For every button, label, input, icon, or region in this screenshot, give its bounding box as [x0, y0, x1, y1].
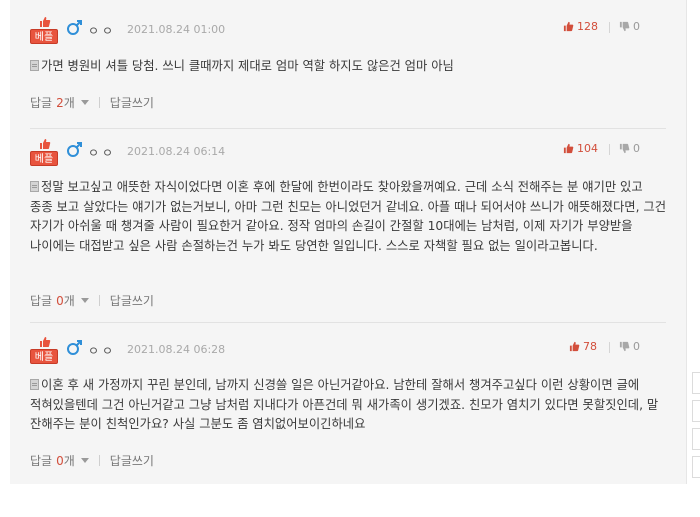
reply-count: 2 [56, 95, 64, 110]
chevron-down-icon [80, 458, 89, 463]
dislike-button[interactable]: 0 [619, 20, 640, 33]
male-icon [67, 142, 82, 157]
thumbs-up-icon [40, 139, 51, 149]
reply-count: 0 [56, 293, 64, 308]
comment-text: 정말 보고싶고 애뜻한 자식이었다면 이혼 후에 한달에 한번이라도 찾아왔을꺼… [30, 180, 667, 253]
like-button[interactable]: 104 [563, 142, 598, 155]
nickname[interactable]: ㅇㅇ [88, 22, 116, 39]
thumbs-up-icon [40, 17, 51, 27]
document-icon [30, 60, 39, 71]
side-tab[interactable] [692, 428, 700, 450]
like-count: 104 [577, 142, 598, 155]
thumbs-down-icon [619, 341, 630, 352]
reply-label: 답글 [30, 294, 53, 308]
dislike-count: 0 [633, 20, 640, 33]
comment-date: 2021.08.24 06:14 [127, 145, 226, 158]
comment-item: 베플 ㅇㅇ 2021.08.24 06:28 78 0 이혼 후 새 가정까지 … [10, 320, 686, 484]
comment-text: 가면 병원비 셔틀 당첨. 쓰니 클때까지 제대로 엄마 역할 하지도 않은건 … [41, 59, 454, 73]
best-label: 베플 [30, 29, 58, 44]
best-label: 베플 [30, 349, 58, 364]
document-icon [30, 181, 39, 192]
nickname[interactable]: ㅇㅇ [88, 342, 116, 359]
male-icon [67, 340, 82, 355]
divider [609, 342, 610, 353]
divider [98, 295, 100, 306]
best-label: 베플 [30, 151, 58, 166]
thumbs-up-icon [563, 21, 574, 32]
thumbs-up-icon [569, 341, 580, 352]
thumbs-down-icon [619, 143, 630, 154]
thumbs-up-icon [563, 143, 574, 154]
like-button[interactable]: 128 [563, 20, 598, 33]
side-tab[interactable] [692, 372, 700, 394]
best-badge: 베플 [30, 139, 58, 167]
like-button[interactable]: 78 [569, 340, 597, 353]
reply-row: 답글 0개 답글쓰기 [30, 292, 154, 309]
comment-date: 2021.08.24 06:28 [127, 343, 226, 356]
chevron-down-icon [80, 298, 89, 303]
reply-count-suffix: 개 [63, 96, 75, 110]
divider [98, 97, 100, 108]
side-tab[interactable] [692, 400, 700, 422]
write-reply-button[interactable]: 답글쓰기 [110, 94, 154, 111]
comments-panel: 베플 ㅇㅇ 2021.08.24 01:00 128 0 가면 병원비 셔틀 당… [10, 0, 687, 484]
comment-item: 베플 ㅇㅇ 2021.08.24 06:14 104 0 정말 보고싶고 애뜻한… [10, 122, 686, 322]
like-count: 78 [583, 340, 597, 353]
write-reply-button[interactable]: 답글쓰기 [110, 292, 154, 309]
comment-item: 베플 ㅇㅇ 2021.08.24 01:00 128 0 가면 병원비 셔틀 당… [10, 0, 686, 128]
reply-row: 답글 2개 답글쓰기 [30, 94, 154, 111]
male-icon [67, 20, 82, 35]
reply-count-suffix: 개 [63, 294, 75, 308]
comment-body: 가면 병원비 셔틀 당첨. 쓰니 클때까지 제대로 엄마 역할 하지도 않은건 … [30, 57, 668, 77]
write-reply-button[interactable]: 답글쓰기 [110, 452, 154, 469]
dislike-count: 0 [633, 142, 640, 155]
best-badge: 베플 [30, 17, 58, 45]
chevron-down-icon [80, 100, 89, 105]
reply-toggle[interactable]: 답글 2개 [30, 94, 89, 111]
thumbs-down-icon [619, 21, 630, 32]
comment-date: 2021.08.24 01:00 [127, 23, 226, 36]
reply-toggle[interactable]: 답글 0개 [30, 452, 89, 469]
divider [98, 455, 100, 466]
reply-toggle[interactable]: 답글 0개 [30, 292, 89, 309]
dislike-button[interactable]: 0 [619, 142, 640, 155]
divider [609, 144, 610, 155]
side-tabs [692, 372, 700, 484]
reply-count-suffix: 개 [63, 454, 75, 468]
comment-body: 이혼 후 새 가정까지 꾸린 분인데, 남까지 신경쓸 일은 아닌거같아요. 남… [30, 376, 668, 435]
dislike-button[interactable]: 0 [619, 340, 640, 353]
nickname[interactable]: ㅇㅇ [88, 144, 116, 161]
reply-row: 답글 0개 답글쓰기 [30, 452, 154, 469]
like-count: 128 [577, 20, 598, 33]
comment-text: 이혼 후 새 가정까지 꾸린 분인데, 남까지 신경쓸 일은 아닌거같아요. 남… [30, 378, 659, 432]
thumbs-up-icon [40, 337, 51, 347]
dislike-count: 0 [633, 340, 640, 353]
reply-count: 0 [56, 453, 64, 468]
reply-label: 답글 [30, 454, 53, 468]
document-icon [30, 379, 39, 390]
side-tab[interactable] [692, 456, 700, 478]
best-badge: 베플 [30, 337, 58, 365]
divider [609, 22, 610, 33]
comment-body: 정말 보고싶고 애뜻한 자식이었다면 이혼 후에 한달에 한번이라도 찾아왔을꺼… [30, 178, 668, 256]
reply-label: 답글 [30, 96, 53, 110]
